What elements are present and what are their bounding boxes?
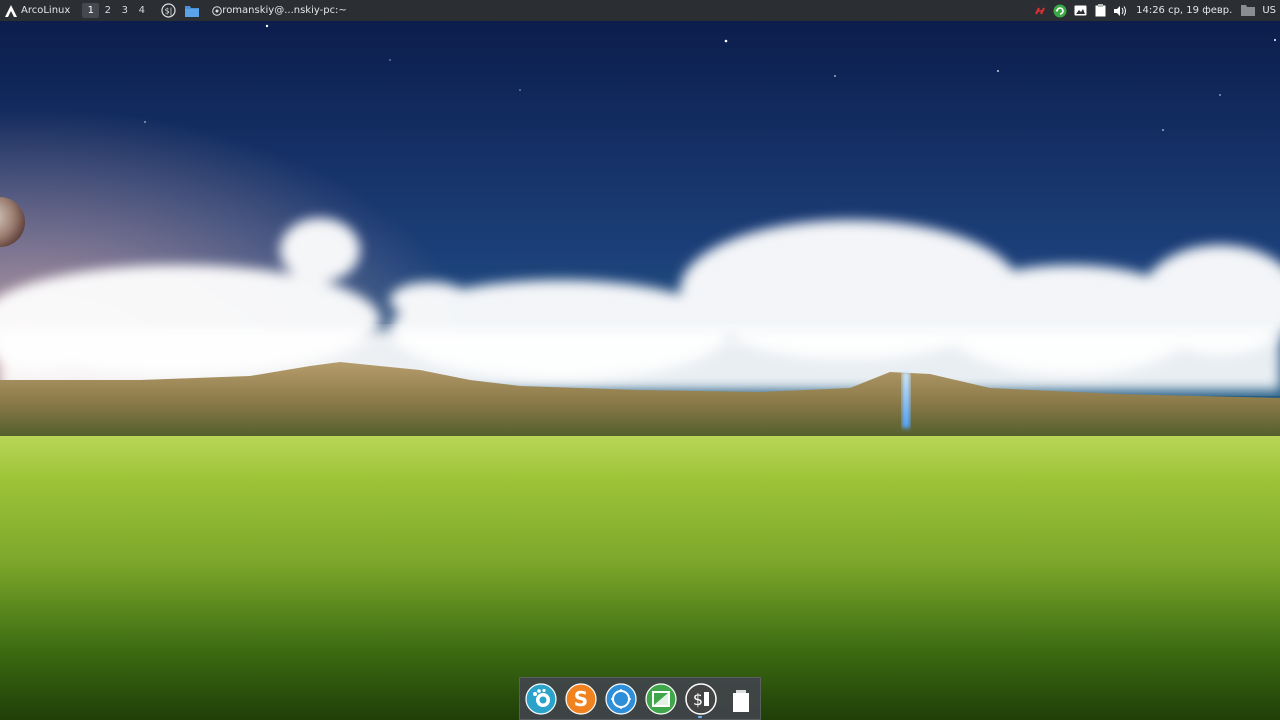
keyboard-layout-indicator[interactable]: US: [1262, 5, 1276, 16]
dock: S $: [519, 677, 761, 720]
workspace-3[interactable]: 3: [116, 3, 133, 18]
network-disconnected-icon[interactable]: [1033, 4, 1047, 18]
clipboard-icon[interactable]: [1093, 4, 1107, 18]
system-monitor-icon[interactable]: [645, 682, 677, 715]
volume-icon[interactable]: [1113, 4, 1127, 18]
workspace-switcher: 1 2 3 4: [82, 3, 150, 18]
taskbar-window-title: romanskiy@...nskiy-pc:~: [222, 5, 347, 16]
file-manager-folder-icon[interactable]: [184, 3, 200, 19]
workspace-4[interactable]: 4: [133, 3, 150, 18]
sublime-text-icon[interactable]: S: [565, 682, 597, 715]
terminal-window-icon: [212, 5, 223, 16]
clock[interactable]: 14:26 ср, 19 февр.: [1136, 5, 1232, 16]
running-app-indicator: [698, 716, 702, 718]
workspace-1[interactable]: 1: [82, 3, 100, 18]
trash-icon[interactable]: [725, 683, 757, 715]
web-browser-icon[interactable]: [605, 682, 637, 715]
top-panel: ArcoLinux 1 2 3 4 $| romanskiy@...nskiy-…: [0, 0, 1280, 21]
screenshot-icon[interactable]: [1073, 4, 1087, 18]
svg-text:$: $: [693, 690, 703, 709]
svg-text:S: S: [574, 687, 588, 711]
waterfall: [902, 372, 910, 428]
keyboard-folder-icon[interactable]: [1241, 4, 1256, 18]
terminal-dollar-icon[interactable]: $|: [160, 3, 176, 19]
panel-launchers: $|: [160, 3, 208, 19]
applications-menu-label: ArcoLinux: [21, 5, 71, 16]
applications-menu-button[interactable]: ArcoLinux: [0, 0, 76, 21]
terminal-icon[interactable]: $: [685, 682, 717, 715]
svg-text:$|: $|: [164, 7, 172, 16]
update-manager-icon[interactable]: [1053, 4, 1067, 18]
system-tray: 14:26 ср, 19 февр. US: [1030, 0, 1280, 21]
taskbar-window-terminal[interactable]: romanskiy@...nskiy-pc:~: [208, 0, 351, 21]
workspace-2[interactable]: 2: [99, 3, 116, 18]
arcolinux-logo-icon: [5, 4, 17, 17]
desktop-wallpaper: [0, 0, 1280, 720]
gimp-icon[interactable]: [525, 682, 557, 715]
